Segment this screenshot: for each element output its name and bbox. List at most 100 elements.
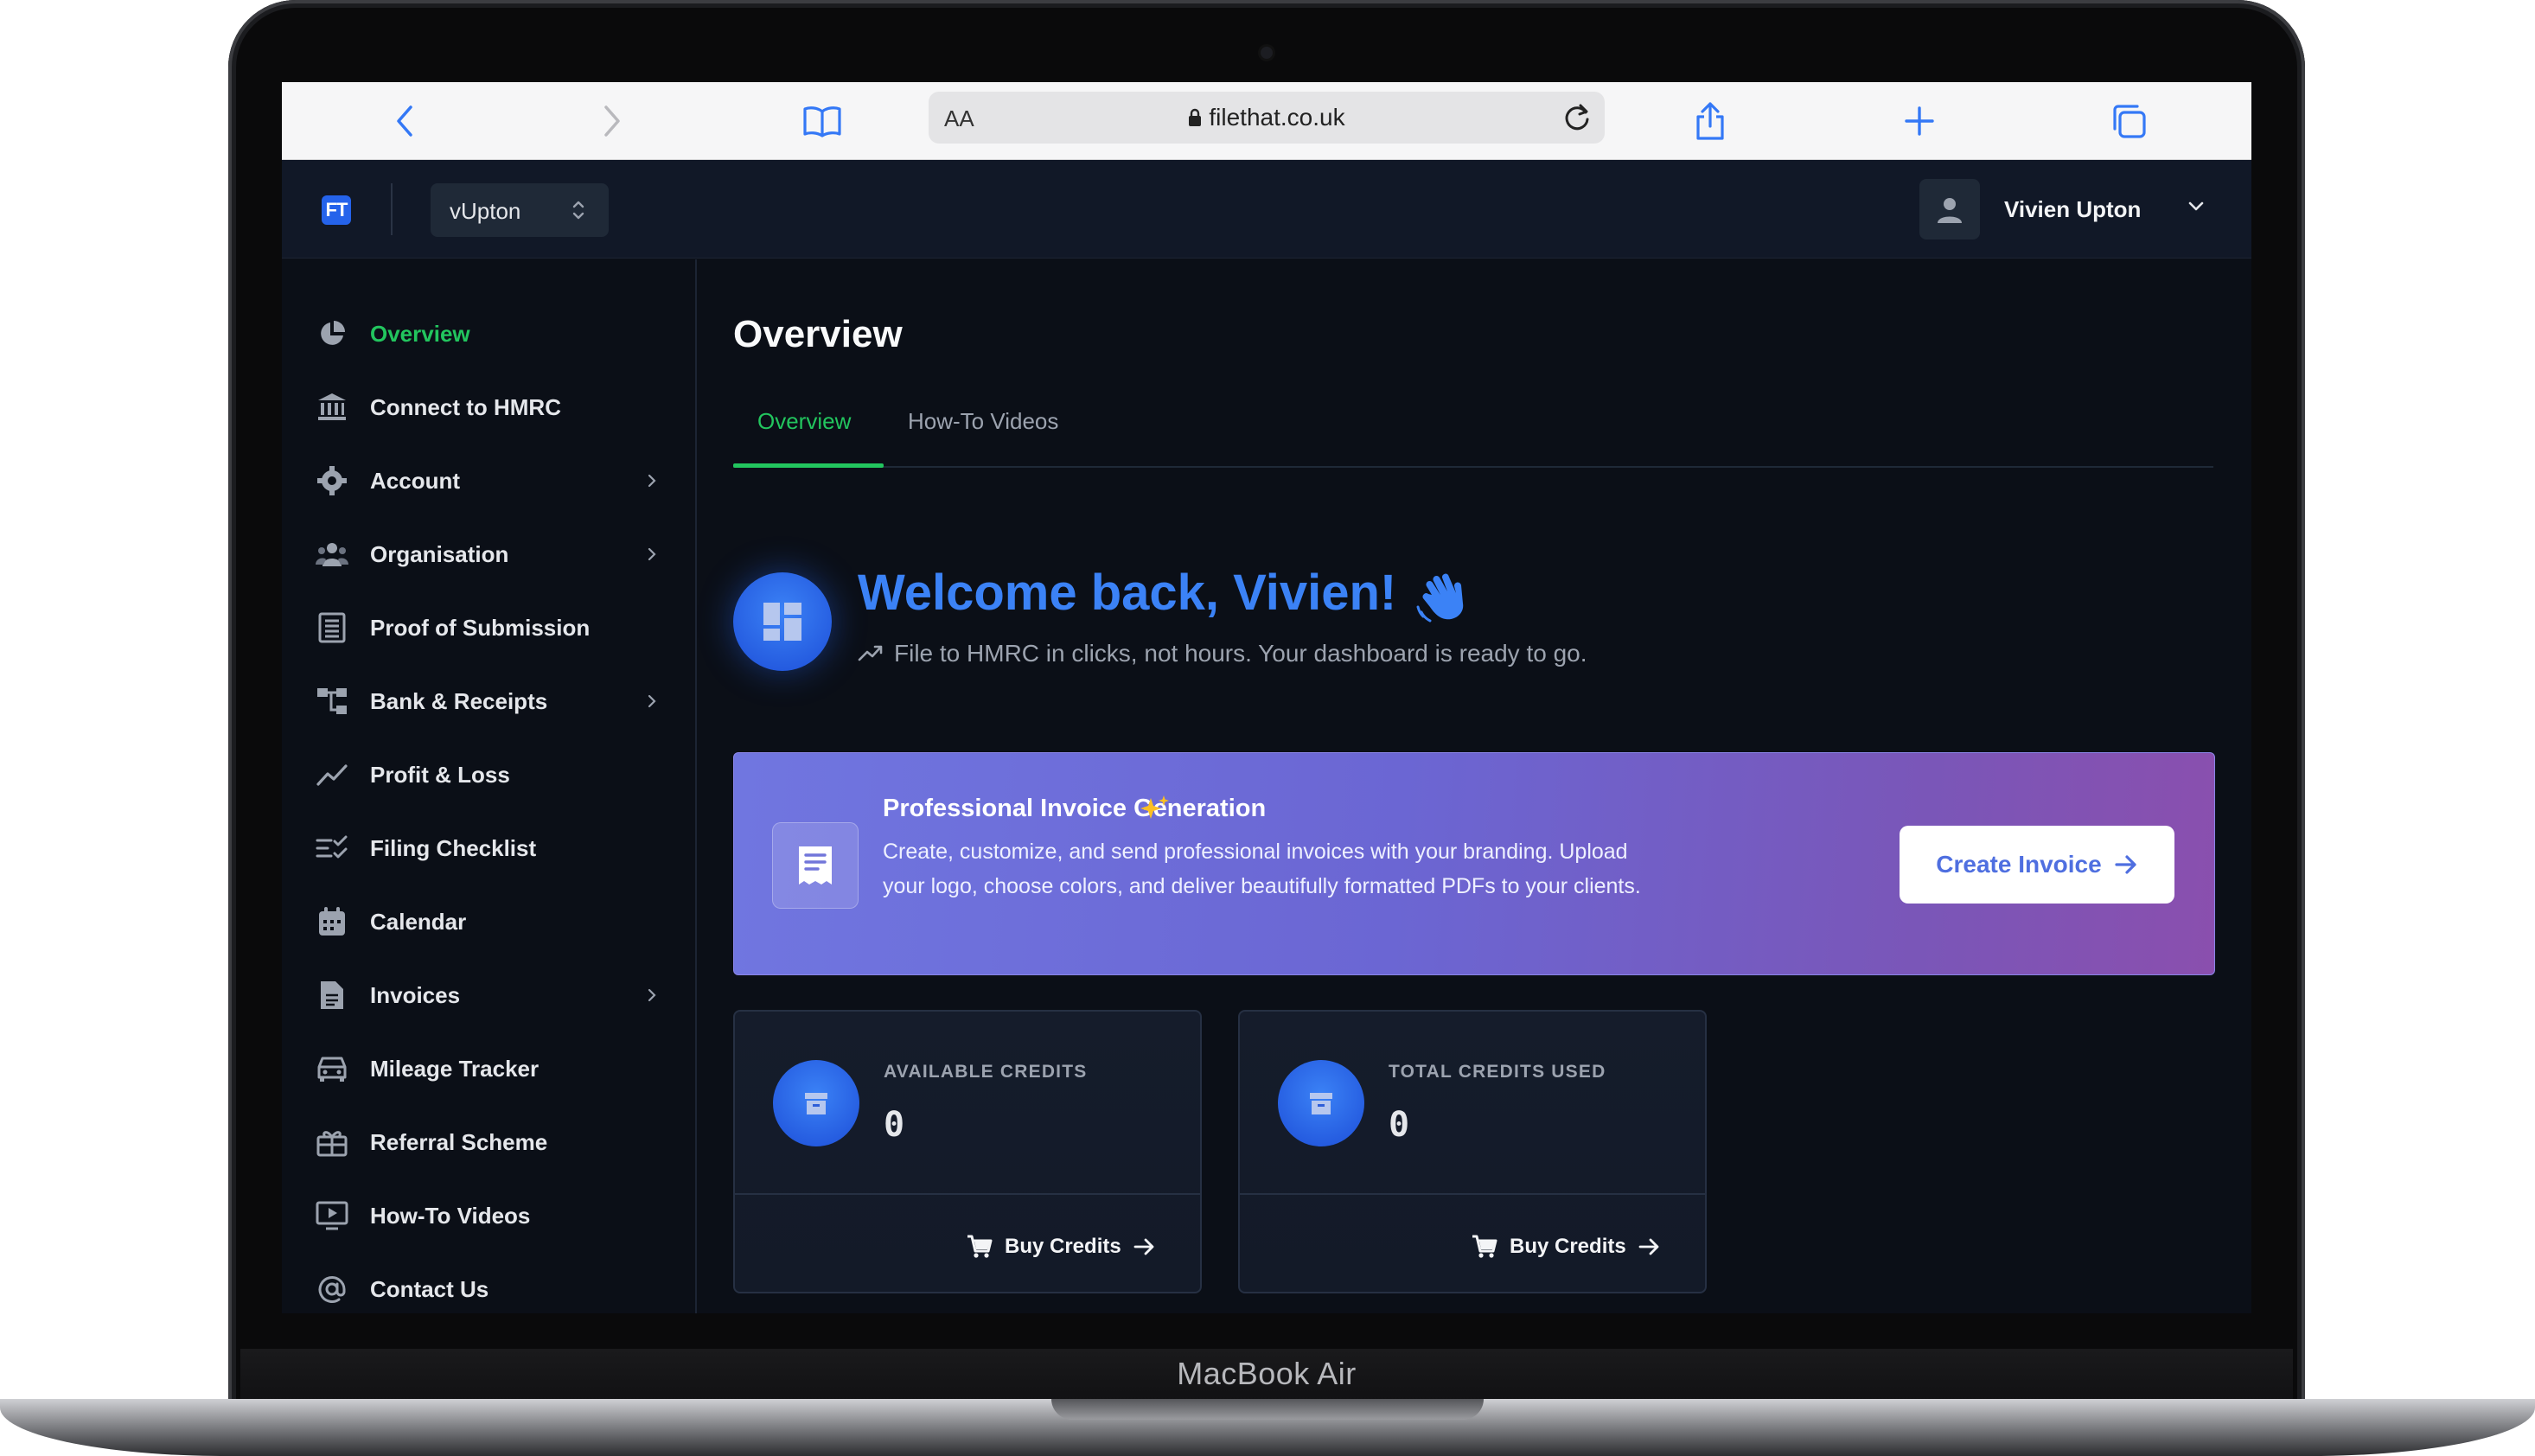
organisation-selector[interactable]: vUpton [431, 183, 609, 237]
arrow-right-icon [1133, 1238, 1154, 1255]
sidebar-item-label: How-To Videos [370, 1202, 531, 1229]
sidebar-item-overview[interactable]: Overview [315, 308, 661, 360]
lock-icon [1188, 105, 1202, 133]
reload-icon[interactable] [1561, 102, 1593, 137]
active-tab-indicator [733, 463, 884, 468]
card-label: AVAILABLE CREDITS [884, 1062, 1088, 1082]
chevron-right-icon [643, 472, 661, 494]
sidebar-item-label: Proof of Submission [370, 614, 591, 641]
banner-title: Professional Invoice Generation [883, 795, 1267, 822]
user-icon [1938, 198, 1962, 223]
sidebar-item-mileage-tracker[interactable]: Mileage Tracker [315, 1043, 661, 1095]
chevron-right-icon [643, 546, 661, 567]
create-invoice-label: Create Invoice [1936, 851, 2102, 878]
welcome-title: Welcome back, Vivien! [858, 565, 1397, 621]
address-bar[interactable]: AA filethat.co.uk [929, 92, 1605, 144]
trend-line-icon [315, 757, 349, 792]
sidebar-item-filing-checklist[interactable]: Filing Checklist [315, 822, 661, 874]
page-title: Overview [733, 313, 903, 355]
sidebar-item-label: Filing Checklist [370, 834, 537, 861]
chevron-down-icon[interactable] [2186, 196, 2206, 221]
buy-credits-button[interactable]: Buy Credits [1472, 1229, 1661, 1264]
tabs-overview-icon[interactable] [2107, 99, 2150, 143]
document-list-icon [315, 610, 349, 645]
bank-icon [315, 390, 349, 425]
forward-icon[interactable] [591, 99, 634, 143]
tabs-divider [733, 466, 2213, 468]
user-avatar[interactable] [1919, 179, 1980, 239]
at-sign-icon [315, 1272, 349, 1306]
up-down-chevron-icon [571, 197, 586, 227]
camera [1261, 47, 1273, 59]
sidebar-item-how-to-videos[interactable]: How-To Videos [315, 1190, 661, 1242]
chevron-right-icon [643, 693, 661, 714]
sidebar-item-proof-of-submission[interactable]: Proof of Submission [315, 602, 661, 654]
invoice-promo-banner: Professional Invoice Generation Create, … [733, 752, 2215, 975]
url-text: filethat.co.uk [1209, 104, 1345, 131]
card-divider [735, 1193, 1200, 1195]
sidebar-item-connect-to-hmrc[interactable]: Connect to HMRC [315, 381, 661, 433]
sidebar-item-referral-scheme[interactable]: Referral Scheme [315, 1116, 661, 1168]
available-credits-card: AVAILABLE CREDITS 0 Buy Credits [733, 1010, 1202, 1293]
arrow-right-icon [2115, 855, 2136, 874]
sidebar-item-account[interactable]: Account [315, 455, 661, 507]
archive-box-icon [1278, 1060, 1364, 1146]
pie-chart-icon [315, 316, 349, 351]
arrow-right-icon [1638, 1238, 1659, 1255]
sidebar-item-label: Bank & Receipts [370, 687, 548, 714]
device-brand-label: MacBook Air [1177, 1356, 1357, 1391]
sidebar-item-invoices[interactable]: Invoices [315, 969, 661, 1021]
sparkles-icon [1139, 793, 1172, 830]
create-invoice-button[interactable]: Create Invoice [1900, 826, 2174, 904]
back-icon[interactable] [383, 99, 426, 143]
checklist-icon [315, 831, 349, 865]
buy-credits-label: Buy Credits [1005, 1235, 1121, 1258]
app-logo[interactable]: FT [322, 195, 351, 225]
cart-icon [1472, 1235, 1497, 1258]
flowchart-icon [315, 684, 349, 718]
sidebar-item-bank-receipts[interactable]: Bank & Receipts [315, 675, 661, 727]
new-tab-icon[interactable] [1898, 99, 1941, 143]
bookmarks-icon[interactable] [801, 99, 844, 143]
main-content: Overview Overview How-To Videos Welcome … [699, 259, 2251, 1313]
tab-overview[interactable]: Overview [757, 408, 851, 435]
sidebar-item-organisation[interactable]: Organisation [315, 528, 661, 580]
welcome-subtitle: File to HMRC in clicks, not hours. Your … [894, 640, 1587, 667]
share-icon[interactable] [1689, 99, 1732, 143]
cart-icon [967, 1235, 993, 1258]
sidebar-item-calendar[interactable]: Calendar [315, 896, 661, 948]
sidebar-item-label: Connect to HMRC [370, 393, 561, 420]
video-icon [315, 1198, 349, 1233]
tab-how-to-videos[interactable]: How-To Videos [908, 408, 1058, 435]
screen: AA filethat.co.uk FT vUpton Vivien Upton… [282, 82, 2251, 1313]
header-divider [391, 183, 393, 235]
app-header: FT vUpton Vivien Upton [282, 160, 2251, 259]
sidebar-item-label: Organisation [370, 540, 509, 567]
gear-icon [315, 463, 349, 498]
sidebar-item-label: Contact Us [370, 1275, 489, 1302]
card-value: 0 [1389, 1105, 1410, 1145]
buy-credits-button[interactable]: Buy Credits [967, 1229, 1156, 1264]
sidebar-item-label: Calendar [370, 908, 467, 935]
card-value: 0 [884, 1105, 905, 1145]
sidebar-item-label: Profit & Loss [370, 761, 510, 788]
sidebar-item-label: Referral Scheme [370, 1128, 548, 1155]
sidebar-item-contact-us[interactable]: Contact Us [315, 1263, 661, 1313]
url-display: filethat.co.uk [929, 104, 1605, 133]
organisation-selector-label: vUpton [450, 198, 521, 224]
car-icon [315, 1051, 349, 1086]
sidebar-item-label: Mileage Tracker [370, 1055, 540, 1082]
dashboard-icon [763, 603, 801, 641]
card-label: TOTAL CREDITS USED [1389, 1062, 1606, 1082]
chevron-right-icon [643, 987, 661, 1008]
sidebar-item-profit-loss[interactable]: Profit & Loss [315, 749, 661, 801]
sidebar: Overview Connect to HMRC Account Organis… [282, 259, 697, 1313]
sidebar-item-label: Overview [370, 320, 470, 347]
banner-description: Create, customize, and send professional… [883, 840, 1641, 898]
archive-box-icon [773, 1060, 859, 1146]
user-name[interactable]: Vivien Upton [2004, 196, 2141, 223]
dashboard-badge [733, 572, 832, 671]
card-divider [1240, 1193, 1705, 1195]
users-icon [315, 537, 349, 572]
sidebar-item-label: Invoices [370, 981, 461, 1008]
